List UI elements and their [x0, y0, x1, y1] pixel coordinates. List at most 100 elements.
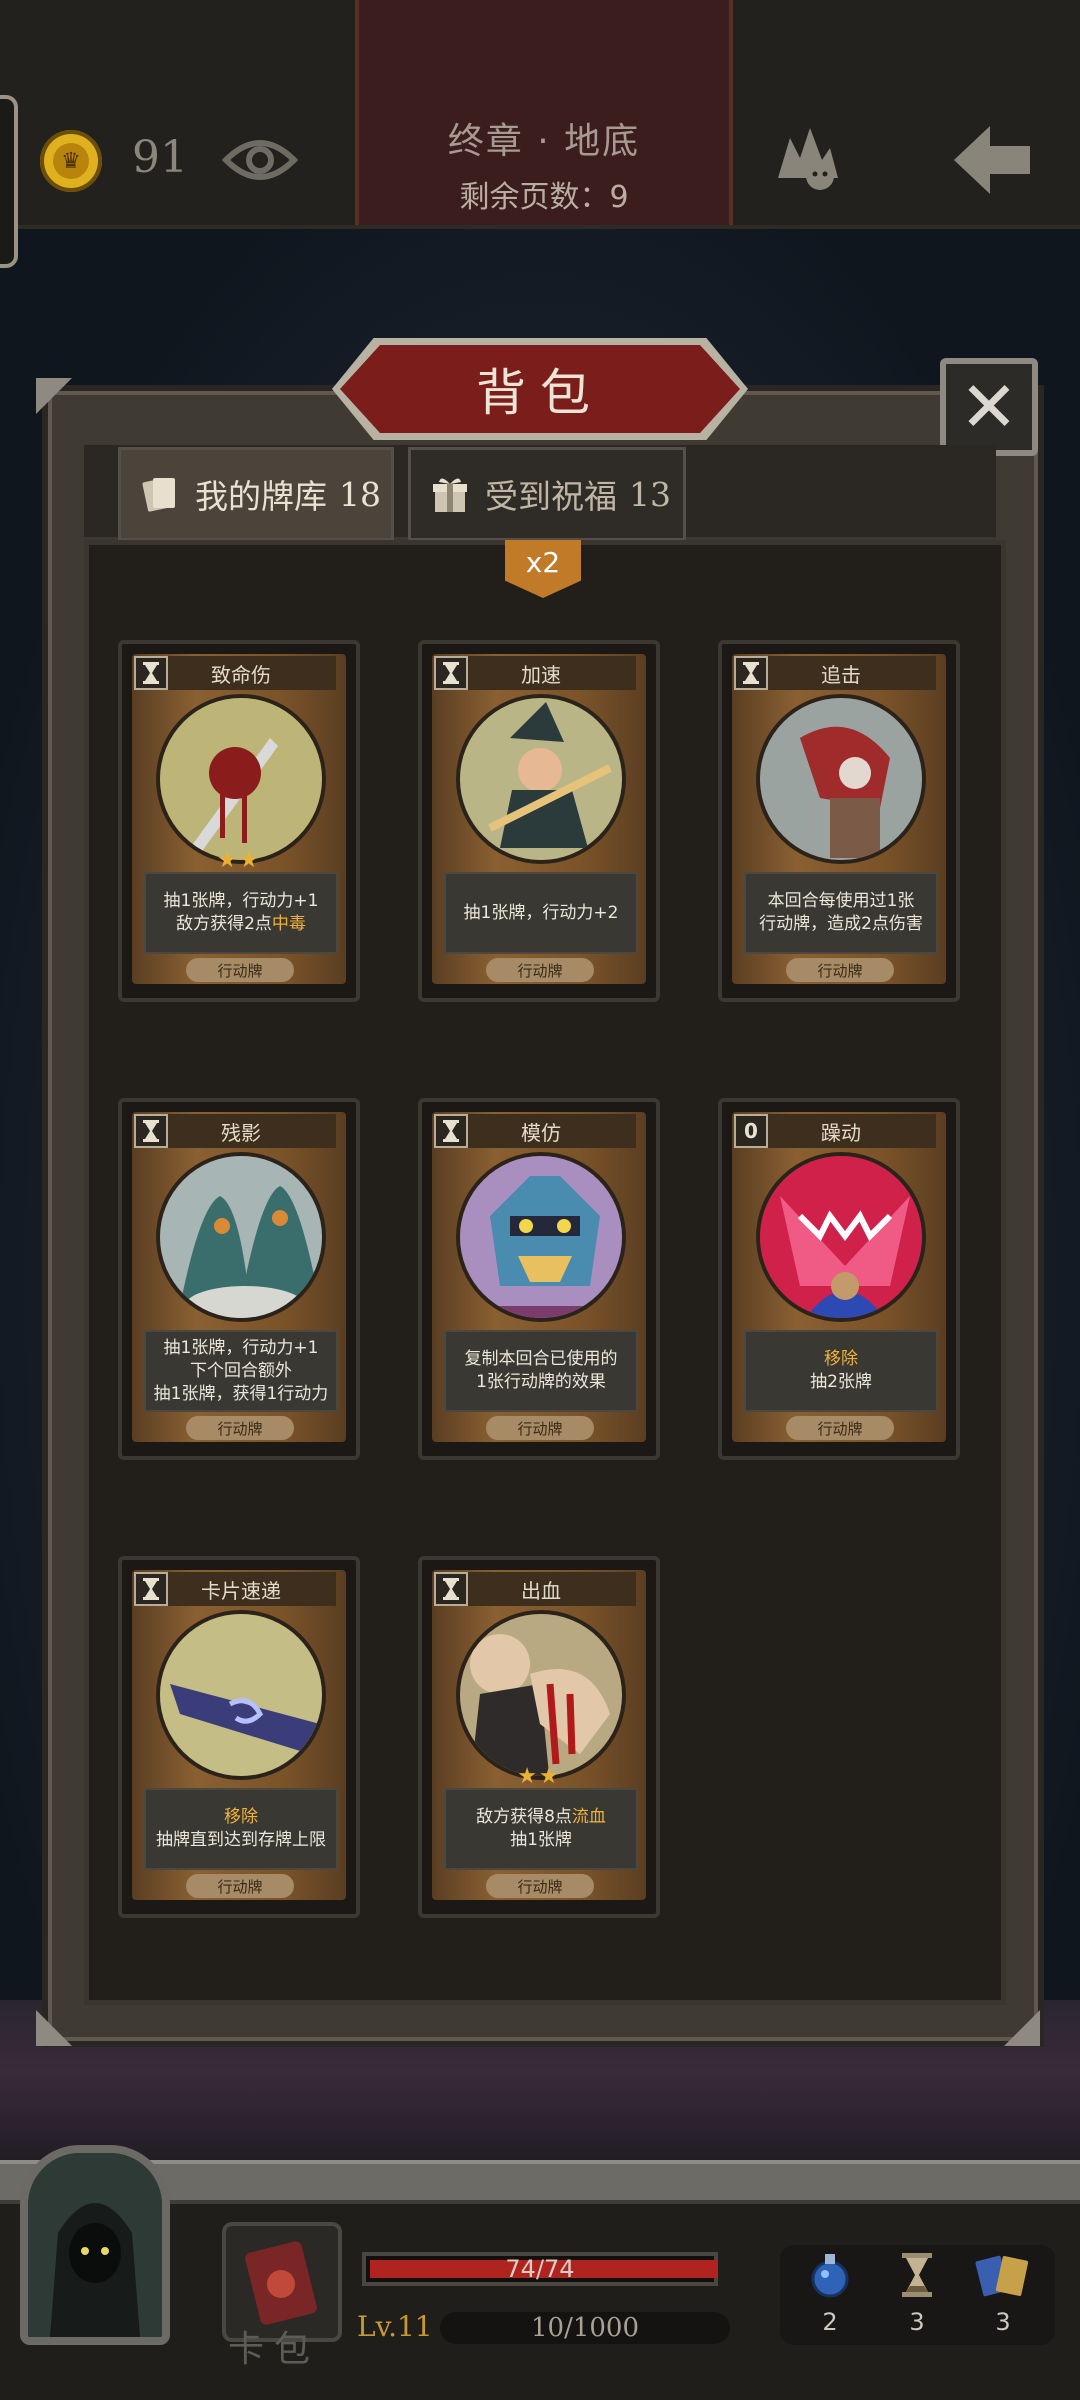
card-desc-line: 行动牌，造成2点伤害	[759, 914, 923, 934]
action-card[interactable]: 卡片速递移除抽牌直到达到存牌上限行动牌	[118, 1556, 360, 1918]
card-art	[456, 694, 626, 864]
card-name: 追击	[746, 656, 936, 690]
hourglass-icon	[743, 662, 759, 684]
crown-coin-icon: ♛	[40, 130, 102, 192]
card-desc-line: 抽1张牌	[510, 1830, 572, 1850]
level-label: Lv.11	[357, 2310, 433, 2343]
resource-potion[interactable]: 2	[795, 2250, 865, 2336]
card-keyword: 中毒	[271, 914, 306, 934]
card-art	[156, 694, 326, 864]
card-cost	[434, 1572, 468, 1606]
card-name: 出血	[446, 1572, 636, 1606]
card-desc-line: 复制本回合已使用的	[464, 1349, 618, 1369]
action-card[interactable]: 出血 ★★ 敌方获得8点流血 抽1张牌 行动牌	[418, 1556, 660, 1918]
gift-icon	[433, 478, 467, 512]
card-description: 移除抽2张牌	[744, 1330, 938, 1412]
tab-label: 我的牌库	[195, 477, 327, 516]
pages-remaining: 剩余页数：9	[459, 180, 629, 215]
resource-count: 3	[995, 2308, 1011, 2336]
resource-cards[interactable]: 3	[968, 2250, 1038, 2336]
card-cost: 0	[734, 1114, 768, 1148]
card-art	[756, 1152, 926, 1322]
card-desc-line: 敌方获得2点中毒	[176, 914, 306, 934]
card-desc-line: 抽1张牌，行动力+2	[463, 902, 619, 923]
card-name: 模仿	[446, 1114, 636, 1148]
card-desc-line: 抽2张牌	[810, 1372, 872, 1392]
hourglass-icon	[443, 1578, 459, 1600]
card-cost	[134, 1572, 168, 1606]
card-stars: ★★	[517, 1764, 561, 1789]
tab-label: 受到祝福	[485, 477, 617, 516]
action-card[interactable]: 追击 本回合每使用过1张 行动牌，造成2点伤害 行动牌	[718, 640, 960, 1002]
tab-count: 18	[339, 474, 381, 514]
action-card[interactable]: 模仿复制本回合已使用的 1张行动牌的效果行动牌	[418, 1098, 660, 1460]
card-description: 抽1张牌，行动力+2	[444, 872, 638, 954]
resource-count: 3	[909, 2308, 925, 2336]
pet-icon[interactable]	[770, 118, 846, 194]
card-cost	[434, 1114, 468, 1148]
card-type: 行动牌	[186, 958, 294, 982]
card-keyword: 流血	[571, 1807, 606, 1827]
resource-hourglass[interactable]: 3	[882, 2250, 952, 2336]
card-art	[756, 694, 926, 864]
card-name: 致命伤	[146, 656, 336, 690]
chapter-title: 终章 · 地底	[447, 121, 641, 162]
card-desc-line: 抽牌直到达到存牌上限	[156, 1830, 326, 1850]
potion-icon	[811, 2254, 849, 2298]
card-cost	[434, 656, 468, 690]
card-name: 残影	[146, 1114, 336, 1148]
xp-text: 10/1000	[530, 2313, 639, 2343]
card-art	[156, 1610, 326, 1780]
card-keyword: 移除	[224, 1807, 258, 1827]
card-art	[456, 1152, 626, 1322]
action-card[interactable]: 加速抽1张牌，行动力+2 行动牌	[418, 640, 660, 1002]
card-desc-line: 抽1张牌，获得1行动力	[153, 1383, 329, 1404]
hp-text: 74/74	[505, 2255, 575, 2283]
hourglass-icon	[443, 662, 459, 684]
side-tab[interactable]	[0, 95, 18, 268]
card-stars: ★★	[217, 848, 261, 873]
card-description: 移除抽牌直到达到存牌上限	[144, 1788, 338, 1870]
hourglass-icon	[143, 1120, 159, 1142]
action-card[interactable]: 残影 抽1张牌，行动力+1 下个回合额外 抽1张牌，获得1行动力 行动牌	[118, 1098, 360, 1460]
action-card[interactable]: 致命伤 ★★ 抽1张牌，行动力+1 敌方获得2点中毒行动牌	[118, 640, 360, 1002]
card-keyword: 移除	[824, 1349, 858, 1369]
card-description: 抽1张牌，行动力+1 下个回合额外 抽1张牌，获得1行动力	[144, 1330, 338, 1412]
card-desc-line: 本回合每使用过1张	[767, 891, 915, 911]
tab-blessings[interactable]: 受到祝福 13	[408, 447, 686, 541]
card-bag-label: 卡包	[228, 2329, 321, 2370]
card-type: 行动牌	[786, 1416, 894, 1440]
card-name: 躁动	[746, 1114, 936, 1148]
card-type: 行动牌	[486, 1416, 594, 1440]
card-cost	[734, 656, 768, 690]
card-name: 卡片速递	[146, 1572, 336, 1606]
action-card[interactable]: 躁动 0 移除抽2张牌行动牌	[718, 1098, 960, 1460]
resource-count: 2	[822, 2308, 838, 2336]
card-desc-line: 抽1张牌，行动力+1	[163, 891, 319, 911]
top-bar: ♛ 91 终章 · 地底 剩余页数：9	[0, 0, 1080, 268]
hooded-hero-icon	[28, 2153, 162, 2337]
card-description: 复制本回合已使用的 1张行动牌的效果	[444, 1330, 638, 1412]
card-type: 行动牌	[186, 1874, 294, 1898]
card-cost	[134, 656, 168, 690]
hourglass-icon	[143, 662, 159, 684]
card-type: 行动牌	[486, 958, 594, 982]
hourglass-icon	[443, 1120, 459, 1142]
card-desc-line: 抽1张牌，行动力+1	[163, 1337, 319, 1358]
back-arrow-icon[interactable]	[950, 120, 1034, 200]
card-description: 抽1张牌，行动力+1 敌方获得2点中毒	[144, 872, 338, 954]
panel-title: 背包	[476, 364, 604, 422]
cards-icon	[975, 2255, 1029, 2297]
hourglass-icon	[143, 1578, 159, 1600]
card-description: 本回合每使用过1张 行动牌，造成2点伤害	[744, 872, 938, 954]
tab-my-deck[interactable]: 我的牌库 18	[118, 447, 394, 541]
eye-icon[interactable]	[222, 132, 298, 188]
card-name: 加速	[446, 656, 636, 690]
card-art	[156, 1152, 326, 1322]
card-icon	[142, 478, 175, 512]
close-button[interactable]: ✕	[940, 358, 1038, 456]
tab-count: 13	[629, 474, 671, 514]
card-desc-line: 敌方获得8点流血	[476, 1807, 606, 1827]
hero-portrait[interactable]	[20, 2145, 170, 2345]
card-description: 敌方获得8点流血 抽1张牌	[444, 1788, 638, 1870]
